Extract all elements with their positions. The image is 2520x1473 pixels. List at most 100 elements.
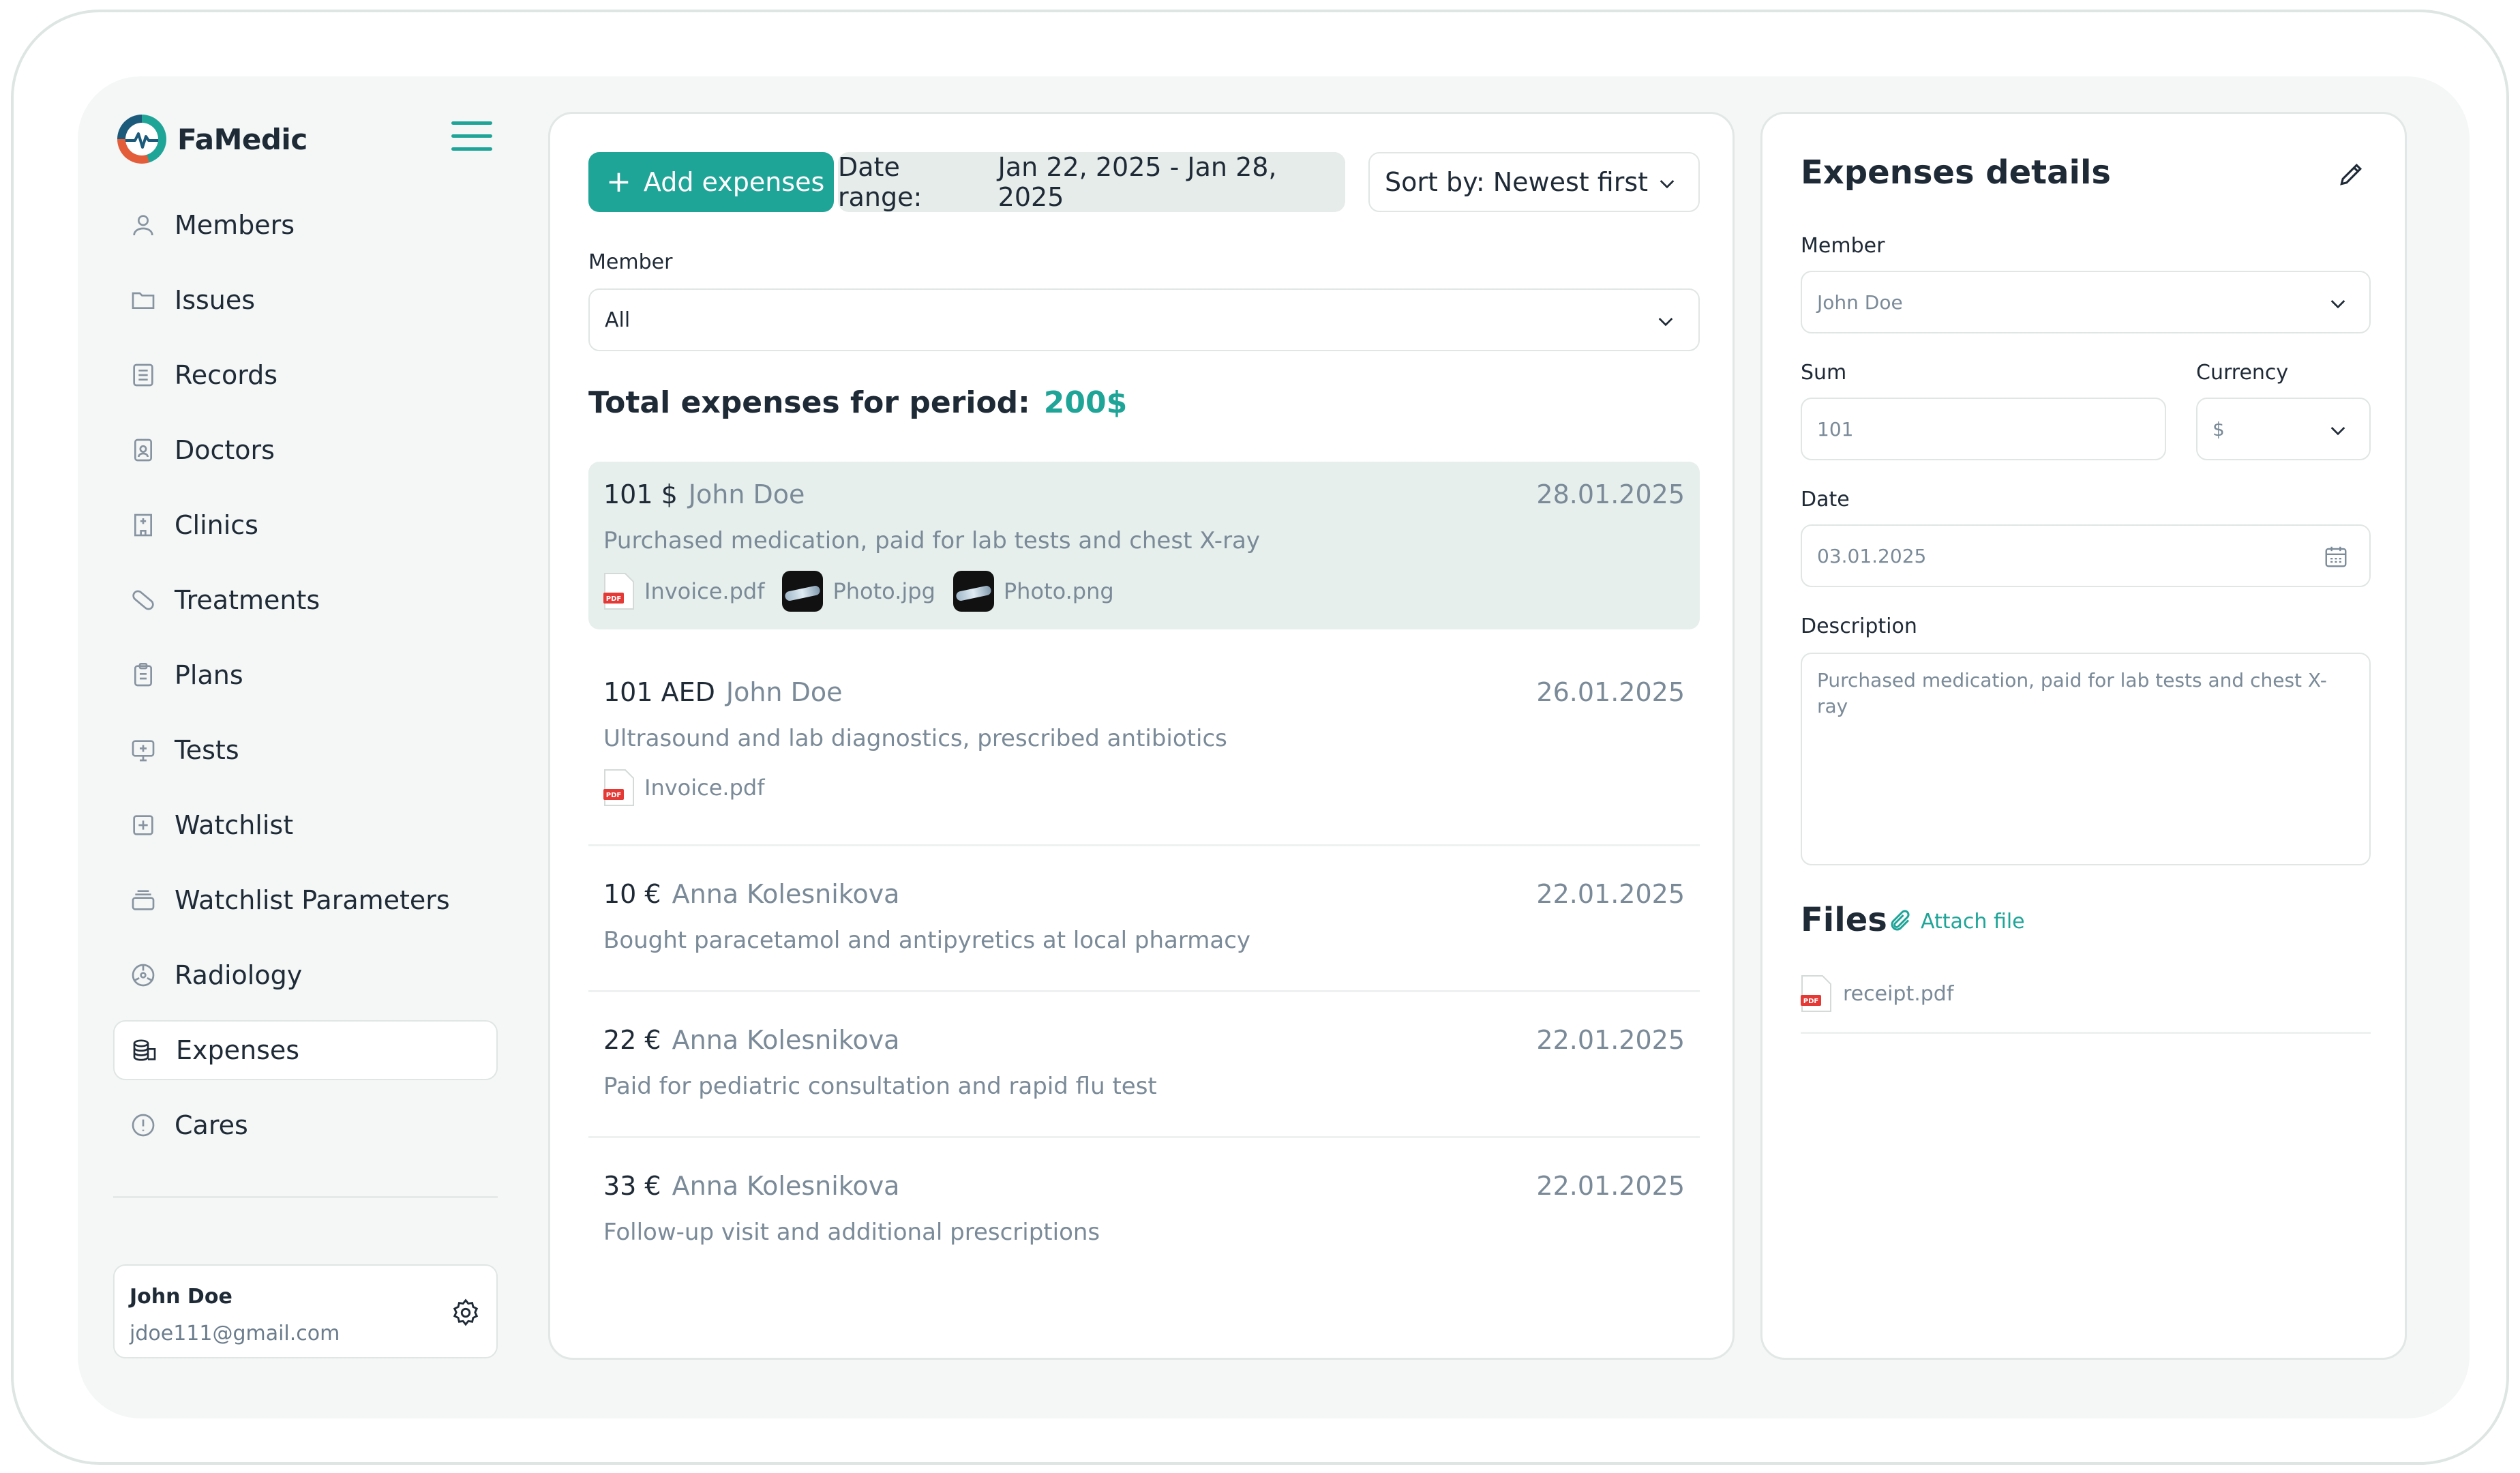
expense-files: PDF Invoice.pdf xyxy=(603,769,782,807)
expense-member: Anna Kolesnikova xyxy=(672,1171,900,1201)
menu-toggle-icon[interactable] xyxy=(451,121,492,151)
sum-input[interactable]: 101 xyxy=(1801,398,2166,460)
sidebar-item-doctors[interactable]: Doctors xyxy=(113,420,498,480)
member-select[interactable]: John Doe xyxy=(1801,271,2371,333)
date-range-picker[interactable]: Date range: Jan 22, 2025 - Jan 28, 2025 xyxy=(838,152,1345,212)
sidebar-item-issues[interactable]: Issues xyxy=(113,270,498,330)
expense-member: John Doe xyxy=(688,479,805,509)
sidebar: FaMedic Members Issues Records Doctors C… xyxy=(113,109,498,1363)
sidebar-item-expenses[interactable]: Expenses xyxy=(113,1020,498,1080)
expense-heading: 101 AED John Doe xyxy=(603,677,842,707)
files-title: Files xyxy=(1801,901,1887,939)
expense-description: Follow-up visit and additional prescript… xyxy=(603,1219,1100,1246)
pdf-file-icon: PDF xyxy=(603,769,634,806)
chevron-down-icon xyxy=(2330,427,2345,436)
edit-pencil-icon[interactable] xyxy=(2337,159,2367,189)
expenses-list: 101 $ John Doe 28.01.2025 Purchased medic… xyxy=(588,462,1700,1284)
sidebar-item-label: Expenses xyxy=(176,1035,300,1065)
expense-date: 28.01.2025 xyxy=(1536,479,1685,509)
file-name: Invoice.pdf xyxy=(644,578,765,604)
monitor-plus-icon xyxy=(128,735,158,765)
sidebar-item-radiology[interactable]: Radiology xyxy=(113,945,498,1005)
svg-text:PDF: PDF xyxy=(606,792,621,799)
user-card[interactable]: John Doe jdoe111@gmail.com xyxy=(113,1264,498,1358)
expense-member: John Doe xyxy=(725,677,843,707)
sidebar-item-label: Cares xyxy=(175,1110,248,1140)
add-expenses-button[interactable]: + Add expenses xyxy=(588,152,834,212)
sidebar-item-label: Watchlist Parameters xyxy=(175,885,450,915)
add-expenses-label: Add expenses xyxy=(643,167,825,197)
expense-item[interactable]: 101 $ John Doe 28.01.2025 Purchased medic… xyxy=(588,462,1700,629)
file-attachment[interactable]: PDF receipt.pdf xyxy=(1801,974,1953,1013)
description-textarea[interactable]: Purchased medication, paid for lab tests… xyxy=(1801,653,2371,865)
sidebar-item-records[interactable]: Records xyxy=(113,345,498,405)
image-thumbnail-icon xyxy=(952,571,994,612)
expense-files: PDF Invoice.pdf Photo.jpg Photo.png xyxy=(603,571,1132,612)
sum-label: Sum xyxy=(1801,361,1847,385)
sort-value: Newest first xyxy=(1492,167,1649,197)
toolbar: + Add expenses Date range: Jan 22, 2025 … xyxy=(588,152,1700,212)
pill-icon xyxy=(128,585,158,615)
file-name: Photo.jpg xyxy=(832,578,935,604)
expense-date: 22.01.2025 xyxy=(1536,1171,1685,1201)
attach-file-link[interactable]: Attach file xyxy=(1888,909,2025,934)
expense-item[interactable]: 10 € Anna Kolesnikova 22.01.2025 Bought p… xyxy=(588,846,1700,992)
sidebar-item-label: Plans xyxy=(175,660,243,690)
details-title: Expenses details xyxy=(1801,153,2111,192)
expense-member: Anna Kolesnikova xyxy=(672,879,900,909)
sidebar-item-members[interactable]: Members xyxy=(113,195,498,255)
expenses-panel: + Add expenses Date range: Jan 22, 2025 … xyxy=(548,112,1735,1360)
file-attachment[interactable]: Photo.png xyxy=(952,571,1114,612)
svg-text:PDF: PDF xyxy=(606,595,621,603)
date-input[interactable]: 03.01.2025 xyxy=(1801,524,2371,587)
radiation-icon xyxy=(128,960,158,990)
user-name: John Doe xyxy=(130,1285,232,1309)
file-name: Invoice.pdf xyxy=(644,775,765,801)
sidebar-item-watchlist[interactable]: Watchlist xyxy=(113,795,498,855)
currency-label: Currency xyxy=(2196,361,2289,385)
sidebar-item-cares[interactable]: Cares xyxy=(113,1095,498,1155)
expense-amount: 10 € xyxy=(603,879,661,909)
file-attachment[interactable]: Photo.jpg xyxy=(782,571,935,612)
expense-item[interactable]: 101 AED John Doe 26.01.2025 Ultrasound an… xyxy=(588,644,1700,846)
sidebar-item-treatments[interactable]: Treatments xyxy=(113,570,498,630)
expense-description: Ultrasound and lab diagnostics, prescrib… xyxy=(603,725,1227,752)
file-attachment[interactable]: PDF Invoice.pdf xyxy=(603,769,764,807)
member-filter-select[interactable]: All xyxy=(588,288,1700,351)
sidebar-item-plans[interactable]: Plans xyxy=(113,645,498,705)
user-icon xyxy=(128,210,158,240)
expense-item[interactable]: 33 € Anna Kolesnikova 22.01.2025 Follow-u… xyxy=(588,1138,1700,1284)
calendar-icon[interactable] xyxy=(2323,544,2349,569)
member-filter-value: All xyxy=(605,308,631,332)
brand-name: FaMedic xyxy=(177,122,308,156)
brand[interactable]: FaMedic xyxy=(117,112,308,166)
sort-select[interactable]: Sort by: Newest first xyxy=(1368,152,1700,212)
description-label: Description xyxy=(1801,614,1917,638)
sidebar-item-label: Doctors xyxy=(175,435,275,465)
file-name: receipt.pdf xyxy=(1843,981,1954,1006)
attach-file-label: Attach file xyxy=(1921,909,2025,934)
sidebar-item-clinics[interactable]: Clinics xyxy=(113,495,498,555)
currency-value: $ xyxy=(2212,417,2225,441)
date-value: 03.01.2025 xyxy=(1817,544,1927,567)
sidebar-item-tests[interactable]: Tests xyxy=(113,720,498,780)
file-attachment[interactable]: PDF Invoice.pdf xyxy=(603,572,764,610)
settings-gear-icon[interactable] xyxy=(450,1297,481,1328)
expense-member: Anna Kolesnikova xyxy=(672,1025,900,1055)
doctor-badge-icon xyxy=(128,435,158,465)
member-label: Member xyxy=(1801,234,1885,258)
pdf-file-icon: PDF xyxy=(1801,975,1831,1012)
currency-select[interactable]: $ xyxy=(2196,398,2371,460)
sidebar-item-watchlist-parameters[interactable]: Watchlist Parameters xyxy=(113,870,498,930)
expense-date: 22.01.2025 xyxy=(1536,879,1685,909)
stack-icon xyxy=(128,885,158,915)
expense-heading: 22 € Anna Kolesnikova xyxy=(603,1025,899,1055)
watchlist-icon xyxy=(128,810,158,840)
sort-label: Sort by: xyxy=(1385,167,1485,197)
expense-item[interactable]: 22 € Anna Kolesnikova 22.01.2025 Paid for… xyxy=(588,992,1700,1138)
svg-text:PDF: PDF xyxy=(1803,998,1818,1005)
expense-amount: 101 $ xyxy=(603,479,678,509)
document-list-icon xyxy=(128,360,158,390)
file-name: Photo.png xyxy=(1003,578,1114,604)
image-thumbnail-icon xyxy=(782,571,824,612)
